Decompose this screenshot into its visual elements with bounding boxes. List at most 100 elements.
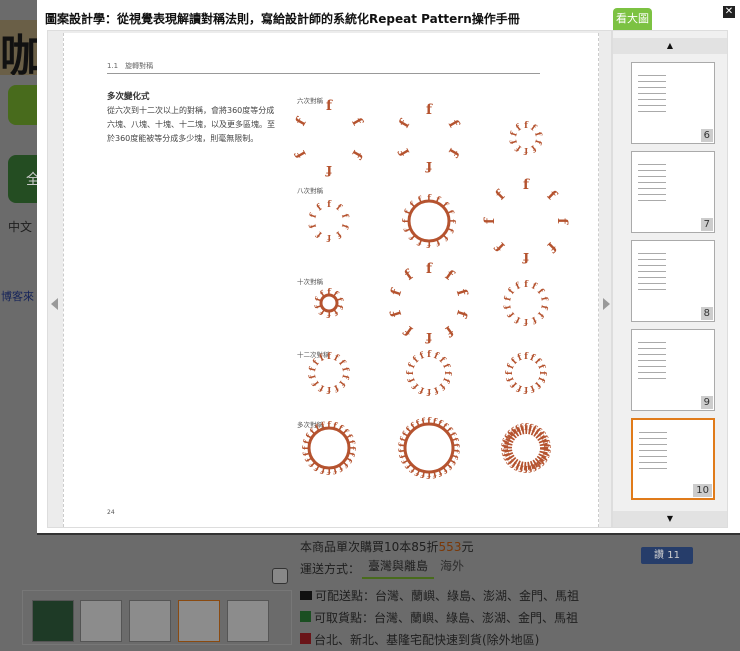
pattern-glyph: f [308,372,319,379]
close-icon[interactable]: ✕ [723,6,735,18]
rotation-pattern: f fffffffffffffff [505,352,547,394]
delivery-points: 可配送點：台灣、蘭嶼、綠島、澎湖、金門、馬祖 [300,587,579,604]
prev-page-arrow-icon[interactable] [51,298,58,310]
modal-title: 圖案設計學：從視覺表現解讀對稱法則，寫給設計師的系統化Repeat Patter… [45,12,520,26]
pattern-glyph: f [554,218,570,225]
pattern-glyph: f [326,98,333,114]
pattern-glyph: f [318,353,327,364]
pattern-glyph: f [308,221,319,229]
page-thumbnail[interactable]: 7 [631,151,715,233]
thumb-text-line [638,93,666,94]
pattern-glyph: f [493,187,509,203]
rotation-pattern: f fffffffff [314,288,344,318]
pattern-glyph: f [401,322,416,339]
view-large-button[interactable]: 看大圖 [613,8,652,36]
site-logo: 咖 [0,20,40,75]
scroll-down-button[interactable]: ▼ [613,511,727,527]
thumb-text-line [638,354,666,355]
pattern-glyph: f [529,314,538,325]
rotation-pattern: f fffffffffffff [308,352,350,394]
pattern-glyph: f [327,352,332,362]
pattern-glyph: f [396,117,413,131]
thumb-text-line [638,111,666,112]
rotation-pattern: ffffff [292,98,365,178]
rotation-pattern: ffffff [396,102,462,174]
facebook-like-button[interactable]: 讚 11 [641,547,693,564]
pattern-glyph: f [348,115,365,129]
pattern-glyph: f [348,147,365,161]
next-page-arrow-icon[interactable] [603,298,610,310]
pattern-glyph: f [402,267,417,284]
pickup-points: 可取貨點：台灣、蘭嶼、綠島、澎湖、金門、馬祖 [300,609,578,626]
rotation-pattern: f fffffffffffffffffffffff [302,421,356,475]
page-thumbnail[interactable]: 8 [631,240,715,322]
rotation-pattern: f fffffffff [308,200,350,242]
pattern-glyph: f [388,307,405,319]
page-thumbnail[interactable]: 9 [631,329,715,411]
pattern-glyph: f [315,202,325,213]
thumb-text-line [638,259,666,260]
pattern-glyph: f [325,162,332,178]
thumb-text-line [638,271,666,272]
page-thumb[interactable] [227,600,269,642]
thumb-text-line [638,283,666,284]
pattern-glyph: f [503,295,514,302]
thumbnail-page-number: 6 [700,129,713,142]
express-delivery: 台北、新北、基隆宅配快速到貨(除外地區) [300,631,539,648]
thumb-text-line [638,277,666,278]
pattern-glyph: f [523,177,530,193]
tab-overseas[interactable]: 海外 [440,557,464,574]
pattern-glyph: f [543,239,559,255]
thumbnail-page-number: 8 [700,307,713,320]
shipping-label: 運送方式： [300,562,361,576]
thumbnail-page-number: 7 [700,218,713,231]
thumb-text-line [639,432,667,433]
thumb-text-line [638,342,666,343]
scroll-up-button[interactable]: ▲ [613,38,727,54]
thumb-text-line [638,366,666,367]
bulk-price: 本商品單次購買10本85折553元 [300,540,474,554]
magnifier-icon[interactable] [272,568,288,584]
pattern-glyph: f [523,145,528,155]
rotation-pattern: f fffffffffffffff [402,194,456,248]
lang-link[interactable]: 中文 [8,218,32,235]
cover-thumb[interactable] [32,600,74,642]
preview-modal: 圖案設計學：從視覺表現解讀對稱法則，寫給設計師的系統化Repeat Patter… [37,0,740,535]
blog-link[interactable]: 博客來 [1,288,34,304]
page-number: 24 [107,509,115,516]
thumb-text-line [639,468,667,469]
thumb-text-line [638,289,666,290]
thumb-text-line [638,360,666,361]
pattern-glyph: f [396,145,413,159]
pattern-glyph: f [544,188,560,204]
pattern-glyph: f [406,370,416,375]
pattern-glyph: f [339,213,350,221]
thumb-text-line [638,378,666,379]
page-thumb[interactable] [129,600,171,642]
thumb-text-line [638,81,666,82]
thumb-text-line [638,164,666,165]
pattern-glyph: f [339,223,350,231]
page-thumbnail[interactable]: 10 [631,418,715,500]
thumb-text-line [638,188,666,189]
pattern-glyph: f [331,382,340,393]
thumb-text-line [638,194,666,195]
thumb-text-line [638,99,666,100]
page-thumbnail[interactable]: 6 [631,62,715,144]
pattern-glyph: f [426,102,433,118]
pattern-glyph: f [339,366,350,373]
page-thumb[interactable] [80,600,122,642]
rotation-pattern: f fffffffff [388,261,470,345]
pattern-glyph: f [514,281,523,292]
thumb-text-line [638,170,666,171]
page-thumb[interactable] [178,600,220,642]
rotation-pattern: f fffffffff [509,121,543,155]
pattern-glyph: f [528,143,538,154]
pattern-glyph: f [425,329,432,345]
pattern-glyph: f [506,309,517,319]
tab-taiwan[interactable]: 臺灣與離島 [362,557,435,579]
pattern-glyph: f [492,238,508,254]
pattern-glyph: f [441,322,456,339]
pattern-glyph: f [538,304,549,311]
pattern-glyph: f [452,308,469,320]
